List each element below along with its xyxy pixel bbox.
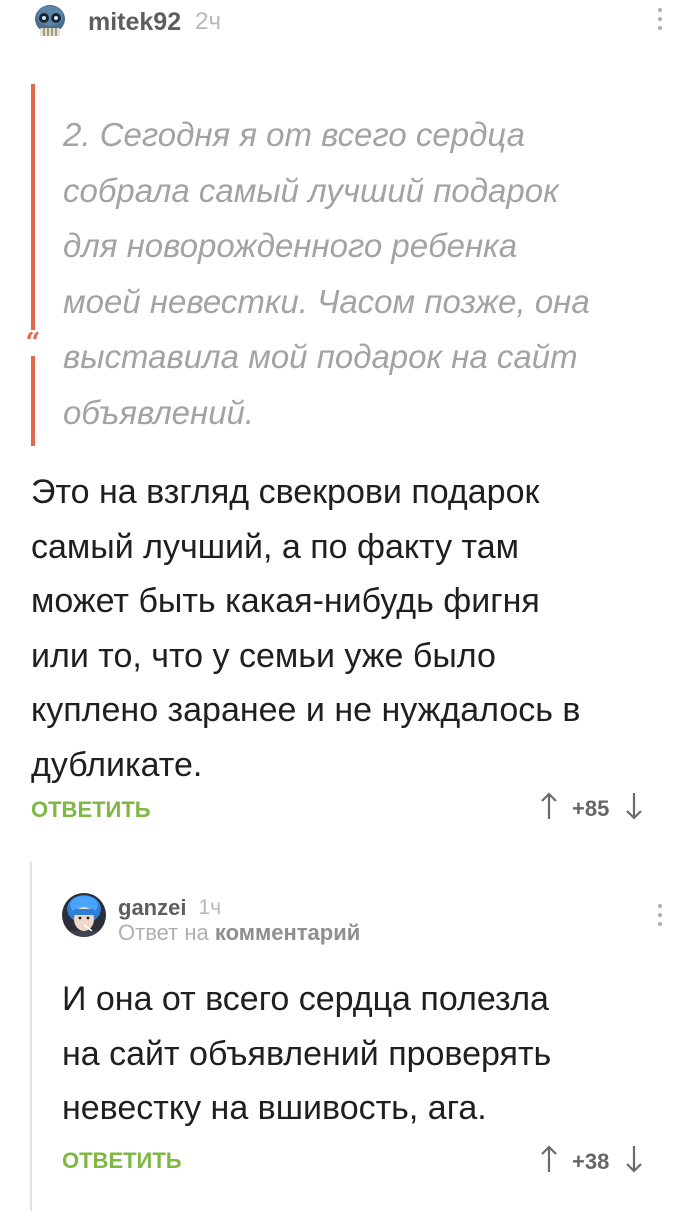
comment-vote: +85: [540, 792, 643, 825]
reply-username[interactable]: ganzei: [118, 895, 186, 921]
reply-vote: +38: [540, 1145, 643, 1178]
comment-username[interactable]: mitek92: [88, 8, 181, 37]
reply-to-line: Ответ на комментарий: [118, 920, 360, 946]
comment-score: +85: [572, 795, 610, 821]
comment-time: 2ч: [195, 8, 221, 35]
downvote-arrow-icon[interactable]: [625, 1145, 643, 1178]
skull-avatar-icon[interactable]: [30, 2, 70, 42]
comment-menu-icon[interactable]: [656, 8, 664, 30]
quote-text: 2. Сегодня я от всего сердца собрала сам…: [63, 116, 590, 431]
upvote-arrow-icon[interactable]: [540, 1145, 558, 1178]
reply-score: +38: [572, 1148, 610, 1174]
reply-body: И она от всего сердца полезла на сайт об…: [62, 980, 552, 1127]
downvote-arrow-icon[interactable]: [625, 792, 643, 825]
reply-menu-icon[interactable]: [656, 904, 664, 926]
upvote-arrow-icon[interactable]: [540, 792, 558, 825]
quote-block: “ 2. Сегодня я от всего сердца собрала с…: [22, 84, 671, 446]
quote-bar: [31, 84, 35, 446]
reply-button[interactable]: ОТВЕТИТЬ: [31, 797, 151, 823]
reply-time: 1ч: [198, 896, 222, 919]
blue-hair-avatar-icon[interactable]: [62, 893, 106, 937]
comment-body: Это на взгляд свекрови подарок самый луч…: [31, 473, 581, 784]
thread-line: [30, 862, 32, 1211]
comment-header: mitek92 2ч: [30, 0, 221, 44]
reply-to-link[interactable]: комментарий: [215, 920, 360, 945]
quote-mark-icon: “: [22, 330, 44, 356]
reply-to-prefix: Ответ на: [118, 920, 209, 945]
reply-reply-button[interactable]: ОТВЕТИТЬ: [62, 1148, 182, 1174]
